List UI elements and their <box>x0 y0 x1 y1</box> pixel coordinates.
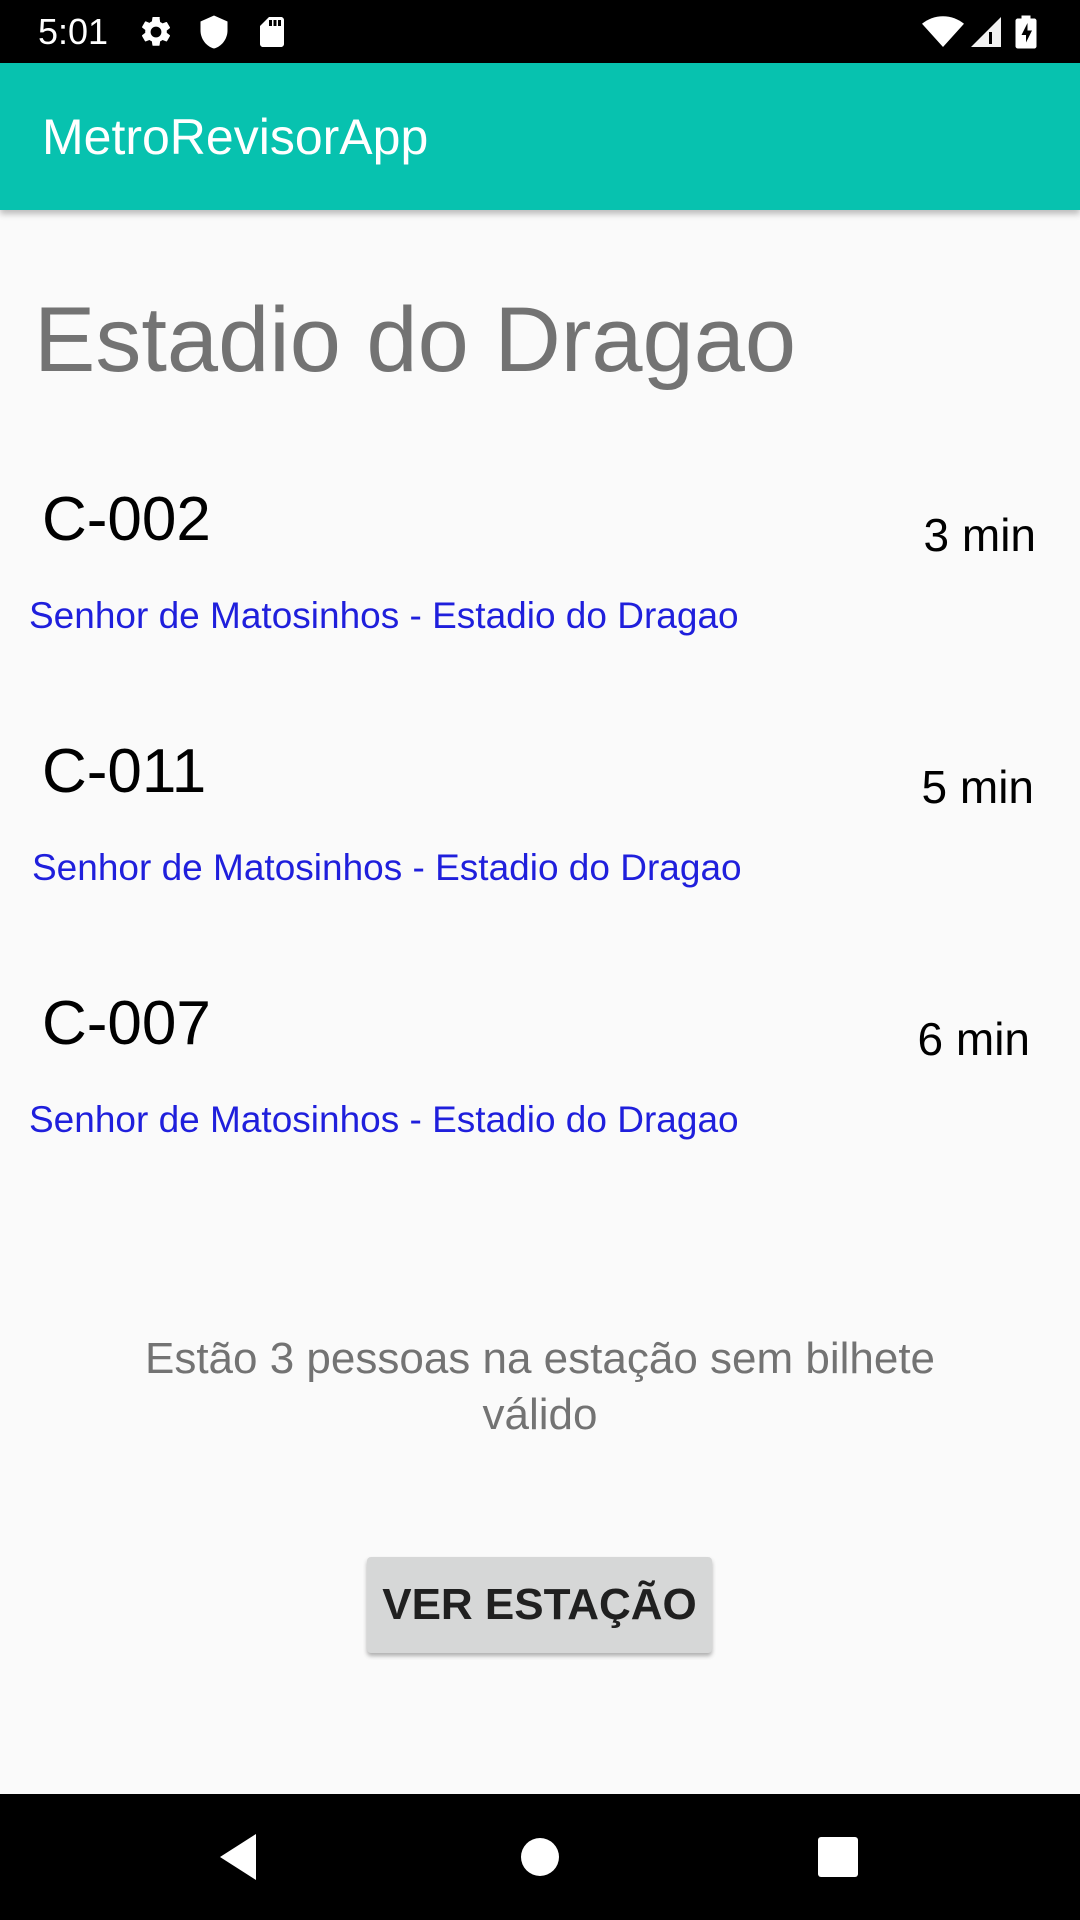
train-eta: 6 min <box>917 1013 1030 1065</box>
recents-icon[interactable] <box>805 1824 871 1890</box>
view-station-button[interactable]: VER ESTAÇÃO <box>367 1557 712 1653</box>
battery-icon <box>1014 14 1044 50</box>
nav-bar <box>0 1794 1080 1920</box>
gear-icon <box>138 14 174 50</box>
shield-icon <box>196 14 232 50</box>
app-bar: MetroRevisorApp <box>0 63 1080 210</box>
train-route: Senhor de Matosinhos - Estadio do Dragao <box>29 1099 739 1140</box>
wifi-icon <box>922 14 964 50</box>
train-item: C-011 5 min Senhor de Matosinhos - Estad… <box>0 736 1080 936</box>
train-code: C-007 <box>42 989 211 1058</box>
status-bar: 5:01 <box>0 0 1080 63</box>
signal-icon <box>968 14 1004 50</box>
home-icon[interactable] <box>507 1824 573 1890</box>
train-route: Senhor de Matosinhos - Estadio do Dragao <box>32 847 742 888</box>
train-route: Senhor de Matosinhos - Estadio do Dragao <box>29 595 739 636</box>
train-item: C-007 6 min Senhor de Matosinhos - Estad… <box>0 988 1080 1188</box>
app-title: MetroRevisorApp <box>42 109 429 165</box>
train-item: C-002 3 min Senhor de Matosinhos - Estad… <box>0 484 1080 684</box>
train-eta: 3 min <box>923 509 1036 561</box>
status-time: 5:01 <box>38 11 109 52</box>
sd-card-icon <box>254 14 290 50</box>
train-code: C-002 <box>42 485 211 554</box>
summary-text: Estão 3 pessoas na estação sem bilhete v… <box>144 1334 936 1439</box>
station-title: Estadio do Dragao <box>34 289 797 391</box>
train-eta: 5 min <box>921 761 1034 813</box>
back-icon[interactable] <box>206 1824 272 1890</box>
train-code: C-011 <box>42 737 207 806</box>
